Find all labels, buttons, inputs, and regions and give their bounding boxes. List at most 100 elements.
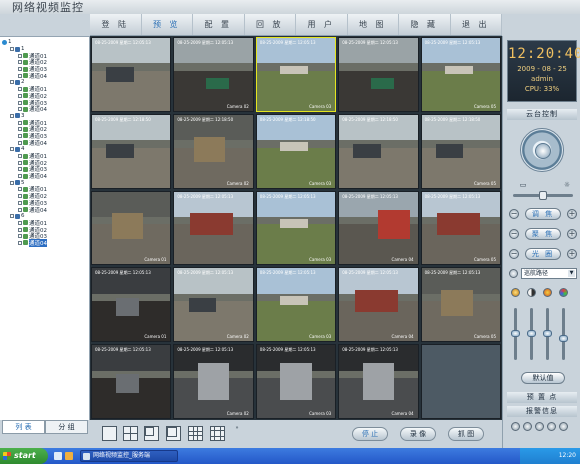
tree-checkbox[interactable] bbox=[18, 174, 22, 179]
brightness-knob[interactable] bbox=[511, 330, 520, 337]
menu-item-6[interactable]: 隐 藏 bbox=[399, 14, 451, 35]
left-tab-0[interactable]: 列 表 bbox=[2, 420, 45, 434]
menu-item-1[interactable]: 预 览 bbox=[142, 14, 193, 35]
alarm-button-4[interactable] bbox=[547, 422, 556, 431]
video-cell[interactable]: 08-25-2009 星期二 12:18:50 Camera 05 bbox=[420, 113, 501, 189]
alarm-header[interactable]: 报警信息 bbox=[507, 406, 577, 417]
focus-near-button[interactable]: − bbox=[509, 229, 519, 239]
tree-checkbox[interactable] bbox=[18, 167, 22, 172]
menu-item-4[interactable]: 用 户 bbox=[296, 14, 348, 35]
video-cell[interactable]: 08-25-2009 星期二 12:05:13 Camera 03 bbox=[255, 267, 337, 343]
ptz-center-button[interactable] bbox=[535, 143, 551, 159]
tree-node-cam[interactable]: 通道04 bbox=[2, 139, 88, 147]
layout-4x4-button[interactable] bbox=[210, 426, 225, 441]
video-cell[interactable]: 08-25-2009 星期二 12:05:13 Camera 05 bbox=[420, 267, 501, 343]
tree-checkbox[interactable] bbox=[18, 187, 22, 192]
tree-checkbox[interactable] bbox=[18, 53, 22, 58]
tree-checkbox[interactable] bbox=[18, 100, 22, 105]
tree-checkbox[interactable] bbox=[18, 120, 22, 125]
ptz-direction-pad[interactable] bbox=[520, 128, 564, 172]
tree-node-root[interactable]: 1 bbox=[2, 39, 88, 46]
cruise-path-select[interactable]: 巡航路径 ▼ bbox=[521, 268, 577, 279]
layout-1plus7-button[interactable] bbox=[166, 426, 181, 441]
tree-node-cam[interactable]: 通道04 bbox=[2, 72, 88, 80]
video-cell[interactable]: 08-25-2009 星期二 12:05:13 Camera 02 bbox=[173, 37, 254, 112]
video-cell[interactable]: 08-25-2009 星期二 12:05:13 bbox=[173, 190, 254, 266]
brightness-slider[interactable] bbox=[511, 308, 520, 360]
tree-checkbox[interactable] bbox=[18, 127, 22, 132]
tree-checkbox[interactable] bbox=[18, 200, 22, 205]
video-cell[interactable]: 08-25-2009 星期二 12:18:50 bbox=[91, 113, 172, 189]
record-button[interactable]: 录 像 bbox=[400, 427, 436, 441]
quick-launch-browser-icon[interactable] bbox=[65, 452, 73, 460]
more-layouts-icon[interactable]: » bbox=[233, 424, 241, 432]
video-cell[interactable]: 08-25-2009 星期二 12:18:50 Camera 03 bbox=[255, 113, 337, 189]
iris-open-button[interactable]: + bbox=[567, 249, 577, 259]
tree-checkbox[interactable] bbox=[10, 47, 14, 52]
tree-checkbox[interactable] bbox=[18, 60, 22, 65]
menu-item-0[interactable]: 登 陆 bbox=[90, 14, 142, 35]
video-cell[interactable]: 08-25-2009 星期二 12:05:13 Camera 04 bbox=[338, 267, 419, 343]
iris-close-button[interactable]: − bbox=[509, 249, 519, 259]
video-cell[interactable]: 08-25-2009 星期二 12:05:13 Camera 04 bbox=[338, 190, 419, 266]
video-cell[interactable]: 08-25-2009 星期二 12:05:13 Camera 05 bbox=[420, 190, 501, 266]
quick-launch-desktop-icon[interactable] bbox=[54, 452, 62, 460]
stop-button[interactable]: 停 止 bbox=[352, 427, 388, 441]
video-cell[interactable]: 08-25-2009 星期二 12:05:13 Camera 02 bbox=[173, 344, 254, 419]
menu-item-3[interactable]: 回 放 bbox=[245, 14, 296, 35]
tree-checkbox[interactable] bbox=[18, 133, 22, 138]
alarm-button-1[interactable] bbox=[511, 422, 520, 431]
video-cell[interactable]: 08-25-2009 星期二 12:05:13 bbox=[91, 37, 172, 112]
tree-checkbox[interactable] bbox=[18, 67, 22, 72]
tree-node-cam[interactable]: 通道04 bbox=[2, 173, 88, 180]
tree-checkbox[interactable] bbox=[18, 140, 22, 145]
saturation-knob[interactable] bbox=[543, 330, 552, 337]
hue-slider[interactable] bbox=[559, 308, 568, 360]
layout-1plus5-button[interactable] bbox=[144, 426, 159, 441]
tree-checkbox[interactable] bbox=[18, 220, 22, 225]
alarm-button-2[interactable] bbox=[523, 422, 532, 431]
tree-checkbox[interactable] bbox=[18, 227, 22, 232]
tree-checkbox[interactable] bbox=[18, 207, 22, 212]
focus-far-button[interactable]: + bbox=[567, 229, 577, 239]
contrast-slider[interactable] bbox=[527, 308, 536, 360]
saturation-slider[interactable] bbox=[543, 308, 552, 360]
tree-checkbox[interactable] bbox=[18, 87, 22, 92]
tree-checkbox[interactable] bbox=[18, 154, 22, 159]
tree-checkbox[interactable] bbox=[10, 113, 14, 118]
video-cell[interactable]: 08-25-2009 星期二 12:05:13 bbox=[338, 37, 419, 112]
alarm-button-3[interactable] bbox=[535, 422, 544, 431]
ptz-speed-knob[interactable] bbox=[539, 191, 547, 200]
tree-node-cam[interactable]: 通道04 bbox=[2, 206, 88, 214]
video-cell[interactable]: 08-25-2009 星期二 12:05:13 bbox=[91, 344, 172, 419]
tree-checkbox[interactable] bbox=[18, 93, 22, 98]
cruise-icon[interactable] bbox=[509, 269, 518, 278]
default-values-button[interactable]: 默认值 bbox=[521, 372, 565, 384]
layout-2x2-button[interactable] bbox=[123, 426, 138, 441]
video-cell[interactable]: 08-25-2009 星期二 12:05:13 Camera 05 bbox=[420, 37, 501, 112]
layout-1x1-button[interactable] bbox=[102, 426, 117, 441]
tree-node-cam[interactable]: 通道04 bbox=[2, 106, 88, 113]
video-cell[interactable]: 08-25-2009 星期二 12:05:13 Camera 01 bbox=[91, 267, 172, 343]
video-cell[interactable]: 08-25-2009 星期二 12:05:13 Camera 03 bbox=[255, 190, 337, 266]
menu-item-5[interactable]: 地 图 bbox=[348, 14, 399, 35]
tree-checkbox[interactable] bbox=[10, 147, 14, 152]
video-cell[interactable]: 08-25-2009 星期二 12:18:50 Camera 02 bbox=[173, 113, 254, 189]
taskbar-app-button[interactable]: 网络视频监控_服务端 bbox=[80, 450, 178, 462]
tree-checkbox[interactable] bbox=[18, 107, 22, 112]
tree-node-cam[interactable]: 通道04 bbox=[2, 238, 88, 247]
tree-checkbox[interactable] bbox=[18, 240, 22, 245]
menu-item-7[interactable]: 退 出 bbox=[451, 14, 502, 35]
tree-checkbox[interactable] bbox=[10, 80, 14, 85]
start-button[interactable]: start bbox=[0, 448, 48, 464]
video-cell[interactable]: 08-25-2009 星期二 12:05:13 Camera 04 bbox=[338, 344, 419, 419]
tree-checkbox[interactable] bbox=[10, 180, 14, 185]
ptz-speed-slider[interactable] bbox=[513, 191, 573, 200]
tree-checkbox[interactable] bbox=[18, 234, 22, 239]
video-cell[interactable]: 08-25-2009 星期二 12:05:13 Camera 03 bbox=[255, 37, 337, 112]
chevron-down-icon[interactable]: ▼ bbox=[568, 270, 575, 277]
menu-item-2[interactable]: 配 置 bbox=[193, 14, 245, 35]
tree-checkbox[interactable] bbox=[10, 214, 14, 219]
hue-knob[interactable] bbox=[559, 335, 568, 342]
tree-checkbox[interactable] bbox=[18, 160, 22, 165]
